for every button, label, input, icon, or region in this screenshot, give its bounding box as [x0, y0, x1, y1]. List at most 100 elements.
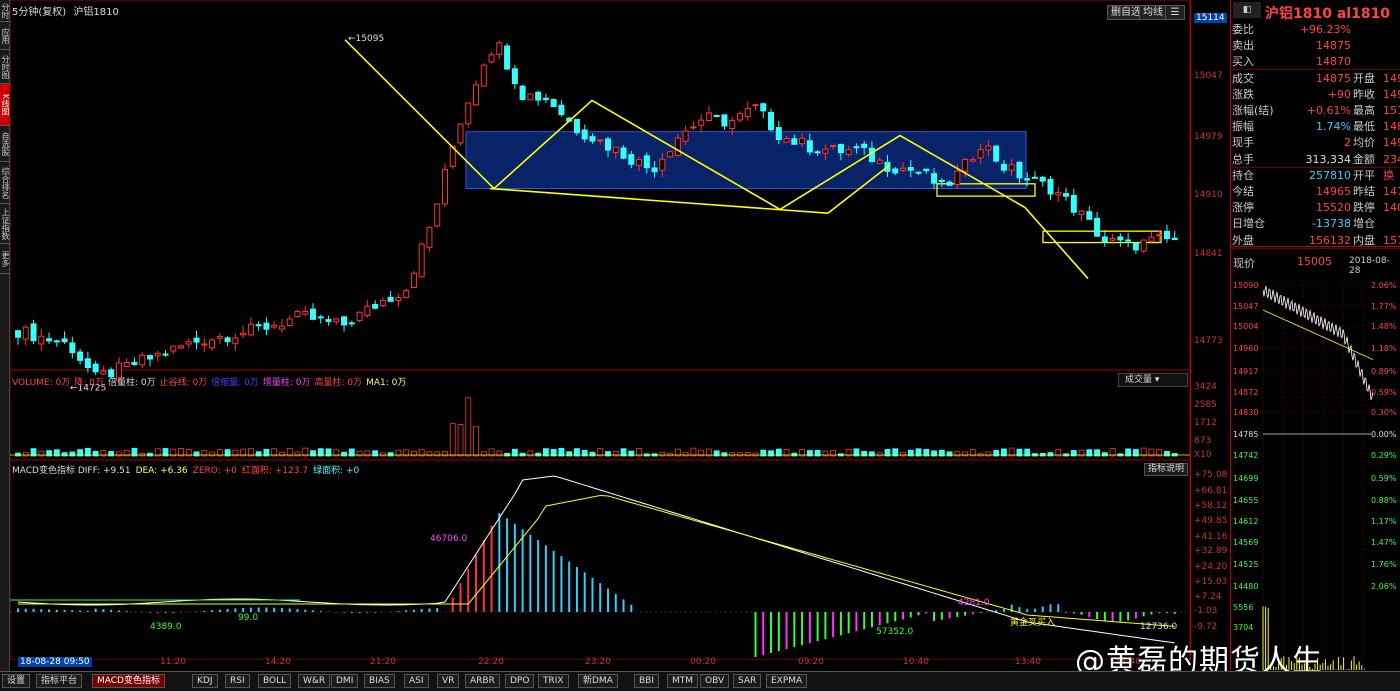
- candle-body: [46, 338, 53, 342]
- mini-price-line: [1262, 285, 1374, 401]
- macd-legend-item: ZERO: +0: [192, 466, 237, 476]
- volume-tick: 1712: [1194, 418, 1217, 428]
- price-tick: 14841: [1194, 249, 1223, 259]
- candle-body: [69, 342, 76, 354]
- quote-key: 现手: [1232, 136, 1254, 150]
- volume-bar: [589, 451, 596, 457]
- bottom-tab-10[interactable]: VR: [437, 674, 460, 688]
- bottom-tab-11[interactable]: ARBR: [465, 674, 500, 688]
- candle-body: [837, 143, 844, 154]
- candle-body: [379, 300, 386, 307]
- quote-value2: 140: [1383, 201, 1400, 215]
- volume-bar: [737, 452, 743, 457]
- bottom-tab-0[interactable]: 设置: [2, 674, 31, 688]
- bottom-tab-4[interactable]: RSI: [225, 674, 250, 688]
- candle-body: [441, 168, 448, 205]
- bottom-tab-15[interactable]: BBI: [634, 674, 660, 688]
- bottom-tab-1[interactable]: 指标平台: [36, 674, 83, 688]
- candle-body: [286, 318, 293, 327]
- mini-left-tick: 15090: [1233, 281, 1258, 290]
- left-tab-7[interactable]: 更多: [0, 244, 10, 274]
- bottom-tab-9[interactable]: ASI: [404, 674, 429, 688]
- back-icon[interactable]: ◧: [1233, 2, 1261, 18]
- bottom-tab-19[interactable]: EXPMA: [766, 674, 808, 688]
- mini-right-tick: 2.06%: [1371, 281, 1397, 290]
- volume-bar: [457, 424, 464, 457]
- quote-title: 沪铝1810 al1810: [1265, 6, 1391, 22]
- candle-body: [372, 303, 379, 309]
- candle-body: [1063, 193, 1070, 197]
- candle-body: [853, 146, 860, 149]
- ma-button[interactable]: 均线: [1139, 5, 1167, 20]
- candle-body: [868, 147, 875, 163]
- candle-body: [100, 370, 107, 375]
- volume-bar: [147, 452, 153, 457]
- indicator-help-button[interactable]: 指标说明: [1144, 463, 1188, 476]
- bottom-tab-16[interactable]: MTM: [667, 674, 699, 688]
- time-tick: 09:20: [798, 657, 824, 667]
- candle-body: [558, 104, 565, 116]
- bottom-tab-7[interactable]: DMI: [331, 674, 359, 688]
- quote-value2: 149: [1383, 87, 1400, 101]
- candle-body: [263, 322, 270, 330]
- macd-tick: +41.16: [1194, 532, 1228, 542]
- candle-body: [938, 179, 945, 182]
- quote-key: 卖出: [1232, 39, 1254, 53]
- volume-legend-item: 倍缩量: 0万: [211, 378, 259, 388]
- bottom-tab-13[interactable]: TRIX: [538, 674, 569, 688]
- mini-left-tick: 14525: [1233, 560, 1258, 569]
- time-tick: 10:40: [903, 657, 929, 667]
- candle-body: [651, 167, 658, 173]
- candle-body: [962, 159, 969, 172]
- candle-body: [61, 338, 68, 343]
- candle-body: [628, 154, 635, 165]
- macd-tick: +66.81: [1194, 486, 1228, 496]
- annotation-label: ←15095: [348, 34, 384, 44]
- chart-frame: [10, 0, 1190, 660]
- left-tab-3[interactable]: K线图: [0, 84, 10, 126]
- bottom-tab-14[interactable]: 新DMA: [578, 674, 618, 688]
- candle-body: [201, 343, 208, 346]
- candle-body: [1140, 239, 1147, 252]
- settings-icon[interactable]: ☰: [1165, 5, 1185, 20]
- mini-right-tick: 0.30%: [1371, 408, 1397, 417]
- bottom-tab-12[interactable]: DPO: [505, 674, 535, 688]
- volume-bar: [752, 452, 759, 457]
- bottom-tab-17[interactable]: OBV: [700, 674, 730, 688]
- candle-body: [1055, 191, 1062, 196]
- volume-legend-item: 增量柱: 0万: [262, 378, 311, 388]
- left-tab-6[interactable]: 上证指数: [0, 204, 10, 244]
- candle-body: [527, 93, 534, 101]
- mini-left-tick: 14699: [1233, 474, 1258, 483]
- left-tab-1[interactable]: 应用: [0, 22, 10, 50]
- quote-key: 涨跌: [1232, 87, 1254, 101]
- left-tab-4[interactable]: 自选股: [0, 126, 10, 162]
- kline-chart[interactable]: ←15095←1472546706.04389.099.057352.04281…: [10, 0, 1190, 660]
- bottom-tab-18[interactable]: SAR: [733, 674, 762, 688]
- mini-right-tick: 0.59%: [1371, 474, 1397, 483]
- bottom-indicator-tabs: 设置 指标平台 MACD变色指标 KDJ RSI BOLL W&R DMI BIAS ASI VR A…: [0, 671, 1400, 691]
- volume-indicator-button[interactable]: 成交量 ▾: [1118, 373, 1188, 387]
- left-tab-0[interactable]: 分时: [0, 0, 10, 22]
- candle-body: [589, 136, 596, 142]
- macd-tick: +15.03: [1194, 577, 1228, 587]
- symbol-label: 沪铝1810: [73, 7, 119, 18]
- candle-body: [418, 243, 425, 278]
- bottom-tab-2[interactable]: MACD变色指标: [92, 674, 165, 688]
- volume-bar: [15, 452, 21, 457]
- left-tab-2[interactable]: 分时图: [0, 50, 10, 84]
- bottom-tab-6[interactable]: W&R: [298, 674, 331, 688]
- quote-value2: 148: [1383, 120, 1400, 134]
- bottom-tab-5[interactable]: BOLL: [258, 674, 292, 688]
- candle-body: [1078, 210, 1085, 215]
- left-tab-5[interactable]: 综合排名: [0, 162, 10, 204]
- bottom-tab-8[interactable]: BIAS: [364, 674, 395, 688]
- quote-row: 卖出 14875: [1231, 38, 1400, 53]
- price-tick: 15047: [1194, 71, 1223, 81]
- quote-row: 涨停 15520跌停 140: [1231, 200, 1400, 215]
- bottom-tab-3[interactable]: KDJ: [192, 674, 218, 688]
- macd-tick: +7.24: [1194, 592, 1222, 602]
- intraday-mini-chart[interactable]: 现价 15005 2018-08-28 15090 15047 15004 14960…: [1230, 250, 1400, 670]
- mini-left-tick: 5556: [1233, 603, 1253, 612]
- candle-body: [674, 137, 681, 157]
